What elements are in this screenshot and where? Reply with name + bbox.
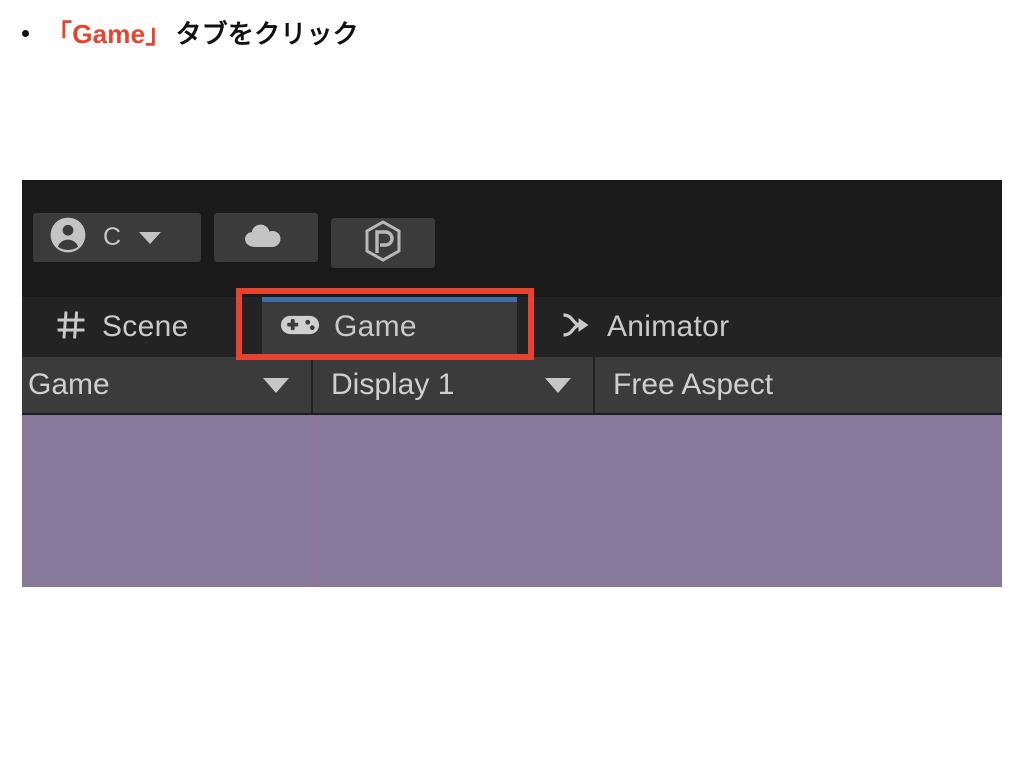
tab-game[interactable]: Game (262, 297, 517, 357)
tab-animator-label: Animator (607, 310, 730, 343)
editor-tab-strip: Scene Game Animator (22, 297, 1002, 357)
animator-arrow-icon (559, 310, 593, 345)
tab-scene-label: Scene (102, 310, 189, 343)
bullet-point-icon (22, 30, 29, 37)
account-label: C (103, 223, 122, 251)
gamepad-icon (280, 311, 320, 344)
game-view-mode-dropdown[interactable]: Game (22, 356, 313, 414)
unity-package-hexagon-icon (363, 219, 403, 267)
game-view-mode-label: Game (28, 368, 110, 401)
display-label: Display 1 (331, 368, 455, 401)
game-view-control-bar: Game Display 1 Free Aspect (22, 356, 1002, 415)
account-person-icon (49, 216, 87, 259)
account-button[interactable]: C (33, 213, 201, 262)
chevron-down-icon (263, 377, 289, 393)
instruction-suffix-text: タブをクリック (175, 19, 359, 49)
game-view-vertical-line (313, 415, 316, 587)
instruction-target-text: 「Game」 (46, 19, 172, 49)
aspect-ratio-label: Free Aspect (613, 368, 774, 401)
tab-scene[interactable]: Scene (36, 297, 256, 357)
editor-toolbar: C (22, 180, 1002, 297)
cloud-icon (243, 219, 289, 256)
display-dropdown[interactable]: Display 1 (313, 356, 595, 414)
grid-hash-icon (54, 308, 88, 347)
aspect-ratio-dropdown[interactable]: Free Aspect (595, 356, 1002, 414)
cloud-services-button[interactable] (214, 213, 318, 262)
chevron-down-icon (139, 231, 162, 244)
package-manager-button[interactable] (331, 218, 435, 268)
game-view-render-area[interactable] (22, 415, 1002, 587)
unity-editor-panel: C Scene Game Animator Game Display 1 Fre… (22, 180, 1002, 587)
instruction-line: 「Game」 タブをクリック (22, 14, 359, 51)
tab-animator[interactable]: Animator (541, 297, 811, 357)
tab-game-label: Game (334, 310, 417, 343)
active-tab-indicator (262, 297, 517, 302)
chevron-down-icon (545, 377, 571, 393)
